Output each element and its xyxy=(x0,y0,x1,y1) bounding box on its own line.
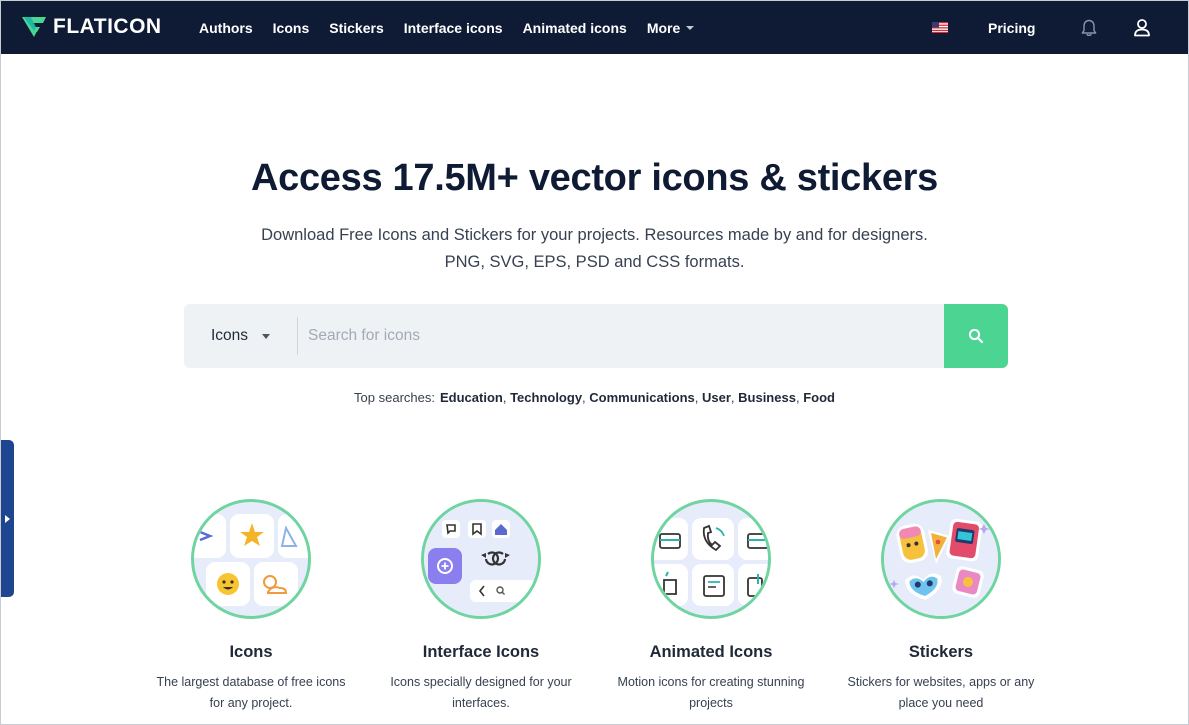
top-search-education[interactable]: Education xyxy=(440,390,503,405)
nav-stickers-label: Stickers xyxy=(329,19,384,36)
top-searches: Top searches: Education, Technology, Comm… xyxy=(354,390,835,405)
hero-subtitle-line-2: PNG, SVG, EPS, PSD and CSS formats. xyxy=(444,253,745,271)
side-panel-toggle[interactable] xyxy=(1,440,14,597)
flaticon-logo-icon xyxy=(22,17,46,37)
nav-icons-label: Icons xyxy=(272,19,310,36)
chevron-right-icon xyxy=(5,514,10,523)
us-flag-icon[interactable] xyxy=(932,22,948,33)
search-icon xyxy=(968,328,984,344)
flaticon-logo[interactable]: FLATICON xyxy=(21,15,162,39)
nav-more-label: More xyxy=(646,19,681,36)
icons-illustration-art xyxy=(194,514,308,606)
interface-icons-illustration-art xyxy=(424,502,538,616)
category-interface-icons[interactable]: Interface Icons Icons specially designed… xyxy=(366,499,596,714)
category-animated-icons-desc-line-1: Motion icons for creating stunning xyxy=(617,675,805,689)
interface-icons-illustration xyxy=(421,499,541,619)
category-stickers-title: Stickers xyxy=(908,643,974,661)
nav-interface-icons-label: Interface icons xyxy=(403,19,503,36)
nav-authors[interactable]: Authors xyxy=(199,20,253,36)
animated-icons-illustration xyxy=(651,499,771,619)
hero-subtitle-line-1: Download Free Icons and Stickers for you… xyxy=(261,226,928,244)
top-search-business[interactable]: Business xyxy=(738,390,796,405)
top-search-food[interactable]: Food xyxy=(803,390,835,405)
top-nav-bar: FLATICON Authors Icons Stickers Interfac… xyxy=(1,1,1188,54)
category-interface-icons-title: Interface Icons xyxy=(422,643,540,661)
category-animated-icons-desc-line-2: projects xyxy=(689,696,733,710)
bell-icon[interactable] xyxy=(1079,18,1099,38)
nav-animated-icons-label: Animated icons xyxy=(522,19,627,36)
stickers-illustration xyxy=(881,499,1001,619)
category-interface-icons-desc: Icons specially designed for your interf… xyxy=(376,672,586,714)
category-icons-desc-line-2: for any project. xyxy=(209,696,293,710)
category-icons[interactable]: Icons The largest database of free icons… xyxy=(136,499,366,714)
search-type-dropdown[interactable]: Icons xyxy=(184,304,297,368)
category-stickers-desc: Stickers for websites, apps or any place… xyxy=(836,672,1046,714)
animated-icons-illustration-art xyxy=(654,518,768,606)
category-interface-icons-desc-line-2: interfaces. xyxy=(452,696,510,710)
category-list: Icons The largest database of free icons… xyxy=(136,499,1056,714)
category-animated-icons[interactable]: Animated Icons Motion icons for creating… xyxy=(596,499,826,714)
nav-stickers[interactable]: Stickers xyxy=(329,20,383,36)
category-interface-icons-desc-line-1: Icons specially designed for your xyxy=(390,675,572,689)
search-input[interactable] xyxy=(298,304,1008,368)
top-searches-label: Top searches: xyxy=(354,390,435,405)
search-type-label: Icons xyxy=(210,327,249,344)
nav-animated-icons[interactable]: Animated icons xyxy=(523,20,627,36)
pricing-link[interactable]: Pricing xyxy=(988,20,1035,36)
logo-text: FLATICON xyxy=(53,15,162,38)
stickers-illustration-art xyxy=(884,502,998,616)
category-stickers-desc-line-2: place you need xyxy=(898,696,984,710)
category-animated-icons-title: Animated Icons xyxy=(649,643,773,661)
category-icons-title: Icons xyxy=(229,643,273,661)
icons-illustration xyxy=(191,499,311,619)
category-stickers-desc-line-1: Stickers for websites, apps or any xyxy=(847,675,1035,689)
chevron-down-icon xyxy=(262,334,271,339)
nav-interface-icons[interactable]: Interface icons xyxy=(404,20,503,36)
top-search-technology[interactable]: Technology xyxy=(510,390,582,405)
category-icons-desc: The largest database of free icons for a… xyxy=(146,672,356,714)
user-icon[interactable] xyxy=(1133,18,1151,37)
hero-subtitle: Download Free Icons and Stickers for you… xyxy=(1,222,1188,276)
category-animated-icons-desc: Motion icons for creating stunning proje… xyxy=(606,672,816,714)
search-bar: Icons xyxy=(184,304,1008,368)
top-search-user[interactable]: User xyxy=(702,390,731,405)
category-icons-desc-line-1: The largest database of free icons xyxy=(156,675,346,689)
main-nav: Authors Icons Stickers Interface icons A… xyxy=(199,1,695,54)
search-button[interactable] xyxy=(944,304,1008,368)
nav-icons[interactable]: Icons xyxy=(273,20,310,36)
chevron-down-icon xyxy=(686,26,695,30)
top-search-communications[interactable]: Communications xyxy=(589,390,694,405)
nav-authors-label: Authors xyxy=(199,19,253,36)
category-stickers[interactable]: Stickers Stickers for websites, apps or … xyxy=(826,499,1056,714)
nav-more[interactable]: More xyxy=(646,19,695,36)
hero-title: Access 17.5M+ vector icons & stickers xyxy=(250,157,939,199)
